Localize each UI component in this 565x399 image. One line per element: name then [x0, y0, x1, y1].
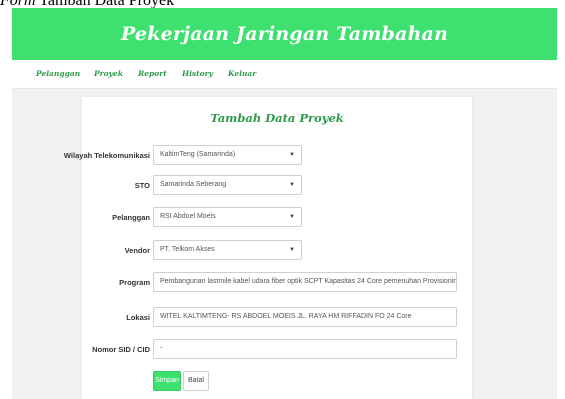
label-program: Program: [119, 278, 150, 287]
save-button[interactable]: Simpan: [153, 371, 181, 391]
cancel-button[interactable]: Batal: [183, 371, 209, 391]
nomor-sid-input[interactable]: -: [153, 339, 457, 359]
vendor-value: PT. Telkom Akses: [160, 246, 215, 253]
app-title: Pekerjaan Jaringan Tambahan: [120, 23, 449, 45]
sto-select[interactable]: Samarinda Seberang ▼: [153, 175, 302, 195]
program-input[interactable]: Pembangunan lastmile kabel udara fiber o…: [153, 272, 457, 292]
nav-item-pelanggan[interactable]: Pelanggan: [36, 69, 80, 78]
label-pelanggan: Pelanggan: [112, 213, 150, 222]
label-sto: STO: [134, 181, 150, 190]
caret-down-icon: ▼: [289, 214, 295, 220]
nav-item-keluar[interactable]: Keluar: [228, 69, 256, 78]
caret-down-icon: ▼: [289, 152, 295, 158]
lokasi-input[interactable]: WITEL KALTIMTENG- RS ABDOEL MOEIS JL. RA…: [153, 307, 457, 327]
caret-down-icon: ▼: [289, 247, 295, 253]
caret-down-icon: ▼: [289, 182, 295, 188]
label-vendor: Vendor: [124, 246, 150, 255]
sto-value: Samarinda Seberang: [160, 181, 227, 188]
pelanggan-value: RSI Abdoel Moeis: [160, 213, 216, 220]
nav-item-report[interactable]: Report: [138, 69, 167, 78]
nav-item-history[interactable]: History: [182, 69, 213, 78]
top-navbar: Pelanggan Proyek Report History Keluar: [12, 60, 557, 89]
vendor-select[interactable]: PT. Telkom Akses ▼: [153, 240, 302, 260]
wilayah-select[interactable]: KaltimTeng (Samarinda) ▼: [153, 145, 302, 165]
wilayah-value: KaltimTeng (Samarinda): [160, 151, 236, 158]
nav-item-proyek[interactable]: Proyek: [94, 69, 123, 78]
pelanggan-select[interactable]: RSI Abdoel Moeis ▼: [153, 207, 302, 227]
label-wilayah: Wilayah Telekomunikasi: [63, 151, 150, 160]
label-lokasi: Lokasi: [126, 313, 150, 322]
label-nomor-sid: Nomor SID / CID: [92, 345, 150, 354]
form-title: Tambah Data Proyek: [210, 111, 344, 125]
header-banner: Pekerjaan Jaringan Tambahan: [12, 8, 557, 60]
